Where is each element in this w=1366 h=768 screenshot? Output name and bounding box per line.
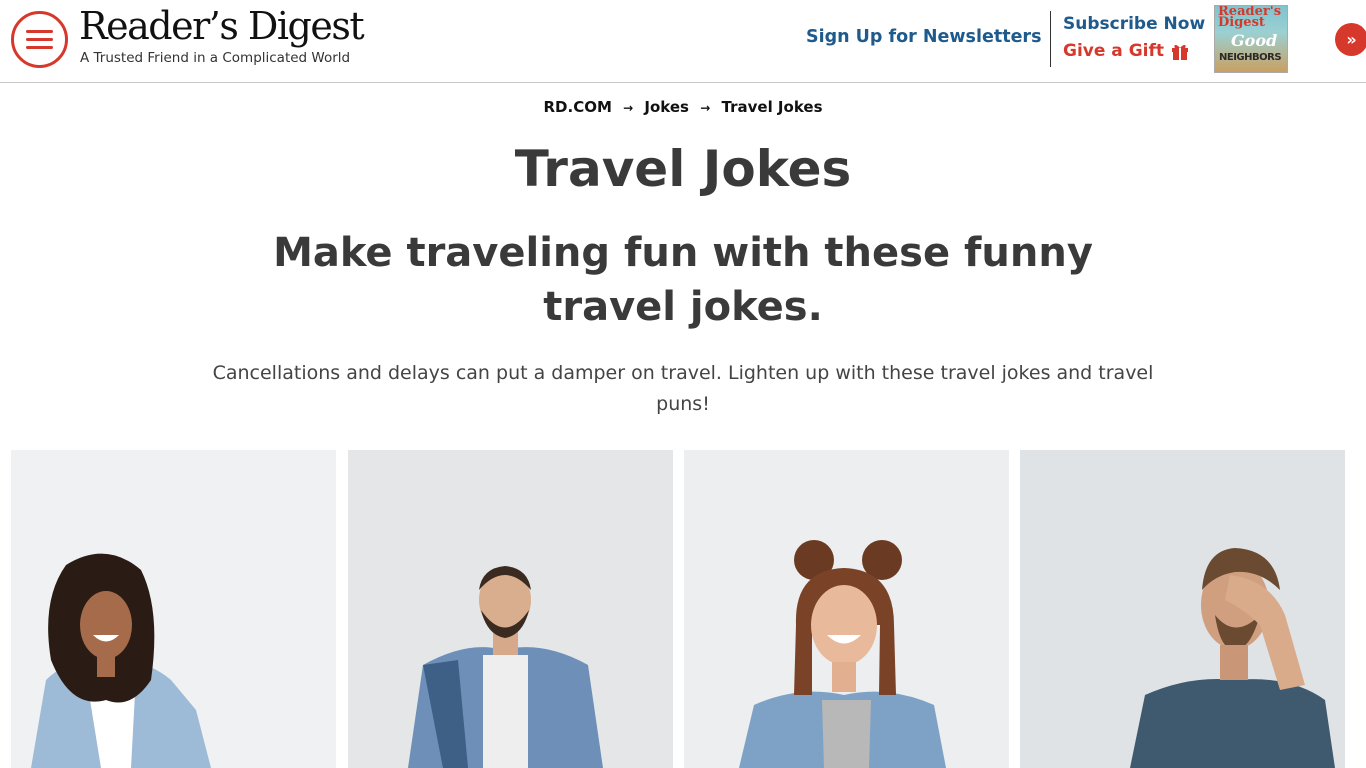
arrow-right-icon: → <box>623 101 634 115</box>
page-subtitle: Make traveling fun with these funny trav… <box>273 230 1093 330</box>
site-logo[interactable]: Reader’s Digest <box>79 4 365 48</box>
give-gift-link[interactable]: Give a Gift <box>1063 41 1190 61</box>
next-chevron-button[interactable]: » <box>1335 23 1366 56</box>
page-intro: Cancellations and delays can put a dampe… <box>212 362 1154 415</box>
gift-icon <box>1172 44 1189 60</box>
magazine-cover-title: Reader's Digest <box>1218 6 1281 30</box>
article-card-4[interactable] <box>1020 450 1345 768</box>
double-chevron-right-icon: » <box>1346 30 1357 49</box>
magazine-cover-thumbnail[interactable]: Reader's Digest Good NEIGHBORS <box>1214 5 1288 73</box>
magazine-cover-word: NEIGHBORS <box>1219 52 1282 63</box>
arrow-right-icon: → <box>700 101 711 115</box>
breadcrumb-link-travel-jokes[interactable]: Travel Jokes <box>722 98 823 116</box>
menu-bar <box>26 38 53 41</box>
newsletter-signup-link[interactable]: Sign Up for Newsletters <box>806 27 1041 47</box>
article-card-3[interactable] <box>684 450 1009 768</box>
magazine-cover-word: Good <box>1231 31 1278 50</box>
laughing-woman-buns-photo <box>684 450 1009 768</box>
laughing-man-photo <box>348 450 673 768</box>
subscribe-link[interactable]: Subscribe Now <box>1063 14 1205 34</box>
laughing-woman-photo <box>11 450 336 768</box>
magazine-title-line: Digest <box>1218 15 1265 30</box>
site-header: Reader’s Digest A Trusted Friend in a Co… <box>0 0 1366 83</box>
breadcrumb-link-home[interactable]: RD.COM <box>544 98 612 116</box>
menu-bar <box>26 30 53 33</box>
site-tagline: A Trusted Friend in a Complicated World <box>80 50 351 66</box>
give-gift-label: Give a Gift <box>1063 41 1165 61</box>
header-divider <box>1050 11 1051 67</box>
facepalm-man-photo <box>1020 450 1345 768</box>
article-card-2[interactable] <box>348 450 673 768</box>
menu-bar <box>26 46 53 49</box>
breadcrumb: RD.COM → Jokes → Travel Jokes <box>0 98 1366 116</box>
breadcrumb-link-jokes[interactable]: Jokes <box>644 98 689 116</box>
hamburger-menu-button[interactable] <box>11 11 68 68</box>
page-title: Travel Jokes <box>514 140 852 198</box>
article-card-1[interactable] <box>11 450 336 768</box>
